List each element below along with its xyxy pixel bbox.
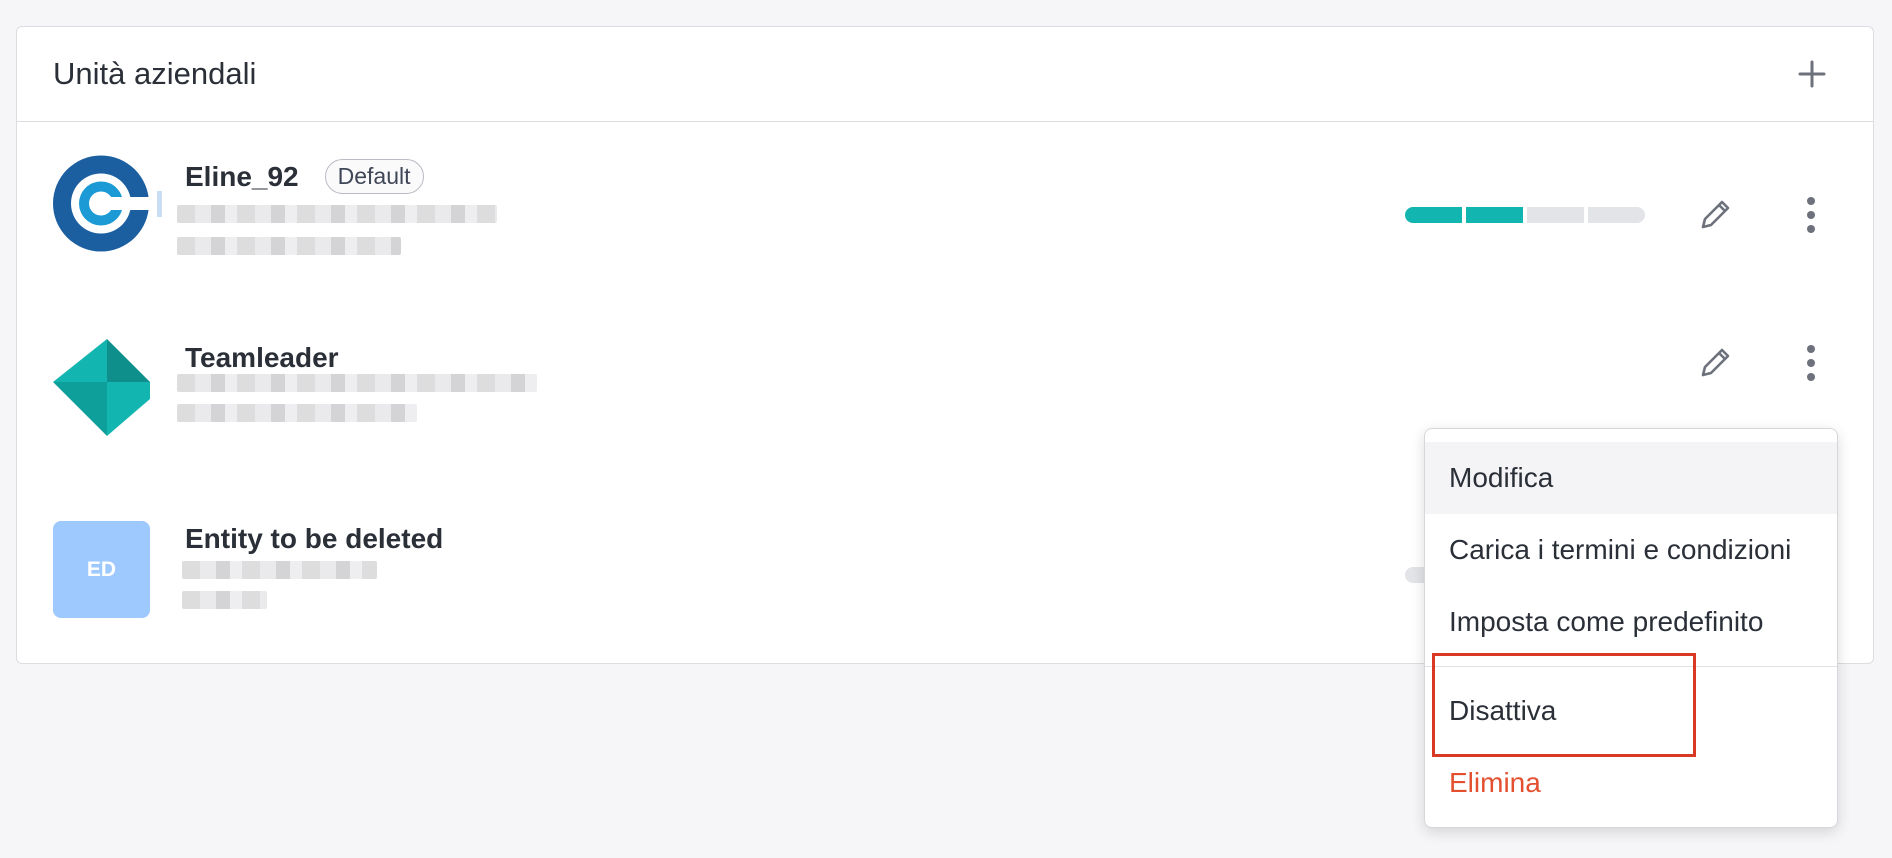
redacted-details	[177, 205, 497, 223]
menu-item-set-default[interactable]: Imposta come predefinito	[1425, 586, 1837, 658]
redacted-details	[177, 374, 537, 392]
edit-button[interactable]	[1687, 335, 1743, 391]
progress-segment	[1588, 207, 1645, 223]
context-menu: Modifica Carica i termini e condizioni I…	[1424, 428, 1838, 828]
pencil-icon	[1701, 348, 1730, 377]
teamleader-logo	[53, 339, 150, 436]
progress-bar	[1405, 207, 1645, 223]
redacted-details	[182, 591, 267, 609]
entity-name: Eline_92 Default	[185, 159, 424, 194]
default-badge: Default	[324, 159, 424, 194]
entity-name-text: Teamleader	[185, 342, 339, 373]
plus-icon	[1798, 60, 1826, 88]
redacted-details	[182, 561, 377, 579]
edit-button[interactable]	[1687, 187, 1743, 243]
menu-item-deactivate[interactable]: Disattiva	[1425, 675, 1837, 747]
pencil-icon	[1701, 200, 1730, 229]
menu-item-upload-terms[interactable]: Carica i termini e condizioni	[1425, 514, 1837, 586]
more-options-button[interactable]	[1783, 335, 1839, 391]
eline-logo	[53, 155, 162, 252]
entity-name-text: Eline_92	[185, 160, 299, 192]
panel-header: Unità aziendali	[17, 27, 1873, 122]
menu-item-edit[interactable]: Modifica	[1425, 442, 1837, 514]
progress-segment	[1466, 207, 1523, 223]
initials-avatar: ED	[53, 521, 150, 618]
progress-segment	[1405, 207, 1462, 223]
menu-item-delete[interactable]: Elimina	[1425, 747, 1837, 819]
menu-divider	[1425, 666, 1837, 667]
progress-segment	[1527, 207, 1584, 223]
entity-name-text: Entity to be deleted	[185, 523, 444, 554]
add-unit-button[interactable]	[1787, 49, 1837, 99]
panel-title: Unità aziendali	[53, 56, 257, 91]
more-vertical-icon	[1807, 345, 1815, 381]
more-options-button[interactable]	[1783, 187, 1839, 243]
redacted-details	[177, 237, 401, 255]
entity-row-eline: Eline_92 Default	[17, 155, 1873, 287]
more-vertical-icon	[1807, 197, 1815, 233]
entity-name: Teamleader	[185, 342, 339, 374]
redacted-details	[177, 404, 417, 422]
entity-name: Entity to be deleted	[185, 523, 443, 555]
